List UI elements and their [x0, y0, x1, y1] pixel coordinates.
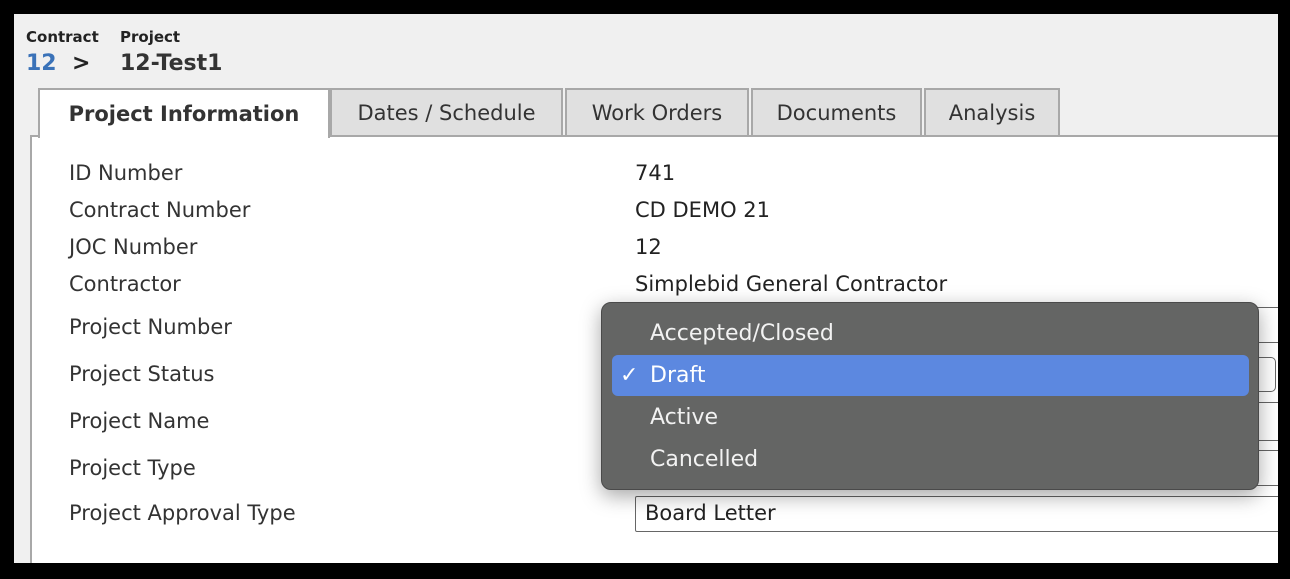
tab-work-orders[interactable]: Work Orders: [565, 88, 749, 135]
option-label: Draft: [650, 363, 706, 388]
tab-dates-schedule[interactable]: Dates / Schedule: [330, 88, 563, 135]
tab-analysis[interactable]: Analysis: [924, 88, 1060, 135]
option-accepted-closed[interactable]: Accepted/Closed: [612, 313, 1249, 354]
joc-number-label: JOC Number: [69, 235, 198, 259]
option-draft[interactable]: ✓ Draft: [612, 355, 1249, 396]
project-approval-type-value: Board Letter: [645, 501, 776, 525]
project-type-label: Project Type: [69, 456, 196, 480]
contractor-value: Simplebid General Contractor: [635, 272, 948, 296]
option-label: Accepted/Closed: [650, 321, 834, 346]
breadcrumb-contract-label: Contract: [26, 28, 99, 46]
breadcrumb-separator: >: [72, 51, 91, 76]
breadcrumb-project-label: Project: [120, 28, 181, 46]
project-approval-type-select[interactable]: Board Letter: [635, 496, 1278, 532]
project-status-dropdown-menu: Accepted/Closed ✓ Draft Active Cancelled: [601, 302, 1259, 490]
tab-documents[interactable]: Documents: [751, 88, 922, 135]
contract-number-value: CD DEMO 21: [635, 198, 770, 222]
checkmark-icon: ✓: [620, 363, 639, 388]
option-label: Cancelled: [650, 447, 759, 472]
contract-number-label: Contract Number: [69, 198, 251, 222]
app-window: Contract Project 12 > 12-Test1 Project I…: [14, 14, 1278, 563]
option-active[interactable]: Active: [612, 397, 1249, 438]
option-label: Active: [650, 405, 719, 430]
contractor-label: Contractor: [69, 272, 181, 296]
project-status-label: Project Status: [69, 362, 215, 386]
breadcrumb-project: 12-Test1: [120, 51, 223, 76]
breadcrumb-contract-link[interactable]: 12: [26, 51, 57, 76]
id-number-label: ID Number: [69, 161, 183, 185]
tab-project-information[interactable]: Project Information: [38, 88, 330, 138]
project-number-label: Project Number: [69, 315, 232, 339]
joc-number-value: 12: [635, 235, 662, 259]
project-approval-type-label: Project Approval Type: [69, 501, 296, 525]
option-cancelled[interactable]: Cancelled: [612, 439, 1249, 480]
project-name-label: Project Name: [69, 409, 210, 433]
id-number-value: 741: [635, 161, 676, 185]
